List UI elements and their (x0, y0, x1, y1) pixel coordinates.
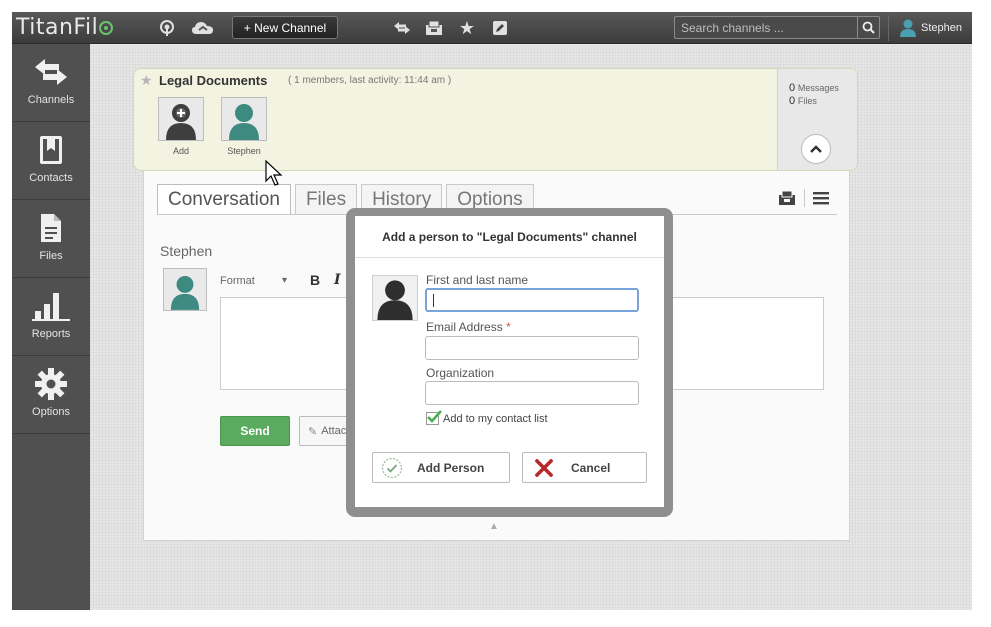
files-stat: 0 Files (789, 95, 817, 107)
gear-icon (34, 366, 68, 402)
member-label: Add (172, 146, 189, 156)
inbox-tray-icon[interactable] (778, 190, 796, 206)
panel-tools (778, 189, 829, 207)
arrows-icon (33, 54, 69, 90)
member-label: Stephen (227, 146, 261, 156)
email-field[interactable] (425, 336, 639, 360)
sidebar-item-label: Files (39, 250, 63, 262)
checkbox-label: Add to my contact list (443, 412, 548, 425)
checkbox[interactable] (426, 410, 442, 425)
logo-e-mark (99, 21, 114, 35)
sidebar-item-label: Contacts (29, 172, 73, 184)
organization-field[interactable] (425, 381, 639, 405)
messages-label: Messages (797, 83, 839, 93)
cancel-button[interactable]: Cancel (522, 452, 647, 483)
channel-stats: 0 Messages 0 Files (777, 69, 857, 170)
app-logo[interactable]: TitanFil (16, 15, 114, 40)
required-mark: * (506, 320, 511, 334)
compose-icon[interactable] (490, 19, 510, 37)
user-menu[interactable]: Stephen (888, 15, 972, 41)
italic-button[interactable]: I (334, 272, 341, 288)
channel-meta: ( 1 members, last activity: 11:44 am ) (288, 75, 452, 86)
transfer-arrows-icon[interactable] (392, 19, 412, 37)
files-label: Files (797, 96, 817, 106)
check-circle-icon (381, 457, 403, 478)
messages-count: 0 (789, 82, 796, 94)
checkmark-icon (427, 410, 442, 423)
top-bar: TitanFil + New Channel ★ Search channels… (12, 12, 972, 44)
hamburger-menu-icon[interactable] (813, 191, 829, 205)
add-to-contacts-checkbox[interactable]: Add to my contact list (426, 410, 548, 425)
channel-header: ★ Legal Documents ( 1 members, last acti… (133, 68, 858, 171)
cancel-label: Cancel (571, 460, 611, 475)
add-person-label: Add Person (417, 460, 485, 475)
tools-separator (804, 189, 805, 207)
cloud-sync-icon[interactable] (190, 19, 216, 37)
user-name: Stephen (921, 22, 962, 34)
search-placeholder: Search channels ... (681, 21, 784, 35)
inbox-tray-icon[interactable] (424, 19, 444, 37)
tab-conversation[interactable]: Conversation (157, 184, 291, 214)
sidebar: Channels Contacts Files Reports Options (12, 44, 90, 610)
sidebar-item-contacts[interactable]: Contacts (12, 122, 90, 200)
add-person-dialog: Add a person to "Legal Documents" channe… (355, 216, 664, 507)
composer-avatar (163, 268, 207, 311)
file-icon (40, 210, 62, 246)
new-channel-button[interactable]: + New Channel (232, 16, 338, 39)
search-button[interactable] (857, 17, 879, 38)
sidebar-item-channels[interactable]: Channels (12, 44, 90, 122)
member-avatar (221, 97, 267, 141)
composer-author: Stephen (160, 243, 213, 259)
chevron-up-icon (810, 145, 822, 153)
name-field[interactable] (425, 288, 639, 312)
email-label: Email Address * (426, 320, 511, 334)
sidebar-item-label: Options (32, 406, 70, 418)
sidebar-item-label: Channels (27, 94, 75, 106)
messages-stat: 0 Messages (789, 82, 839, 94)
search-icon (862, 21, 875, 34)
sidebar-item-label: Reports (31, 328, 71, 340)
files-count: 0 (789, 95, 796, 107)
email-label-text: Email Address (426, 320, 503, 334)
person-silhouette-icon (372, 275, 418, 321)
send-button[interactable]: Send (220, 416, 290, 446)
favorite-star-icon[interactable]: ★ (140, 72, 153, 89)
member-stephen[interactable]: Stephen (221, 97, 267, 156)
channel-title: Legal Documents (159, 73, 268, 88)
bold-button[interactable]: B (310, 272, 320, 288)
contacts-book-icon (38, 132, 64, 168)
tab-files[interactable]: Files (294, 184, 358, 214)
sidebar-item-reports[interactable]: Reports (12, 278, 90, 356)
modal-frame: Add a person to "Legal Documents" channe… (346, 208, 673, 517)
add-member-button[interactable]: Add (158, 97, 204, 156)
sidebar-item-files[interactable]: Files (12, 200, 90, 278)
name-label: First and last name (426, 273, 529, 287)
sidebar-item-options[interactable]: Options (12, 356, 90, 434)
close-x-icon (535, 458, 553, 477)
text-cursor (433, 294, 434, 307)
app-window: TitanFil + New Channel ★ Search channels… (12, 12, 972, 610)
broadcast-icon[interactable] (157, 19, 177, 37)
attach-label: Attac (321, 425, 347, 437)
main-area: ★ Legal Documents ( 1 members, last acti… (90, 44, 972, 610)
star-icon[interactable]: ★ (457, 18, 477, 38)
logo-text: TitanFil (16, 15, 99, 40)
search-input[interactable]: Search channels ... (674, 16, 880, 39)
collapse-header-button[interactable] (801, 134, 831, 164)
organization-label: Organization (426, 366, 495, 380)
expand-caret-icon[interactable]: ▲ (489, 521, 499, 532)
caret-down-icon[interactable]: ▾ (282, 275, 287, 286)
add-person-button[interactable]: Add Person (372, 452, 510, 483)
paperclip-icon: ✎ (308, 425, 318, 438)
dialog-title: Add a person to "Legal Documents" channe… (355, 216, 664, 258)
user-avatar-icon (900, 19, 916, 37)
format-dropdown[interactable]: Format (220, 275, 255, 287)
bar-chart-icon (32, 288, 70, 324)
mouse-pointer-icon (265, 160, 283, 186)
add-person-icon (158, 97, 204, 141)
